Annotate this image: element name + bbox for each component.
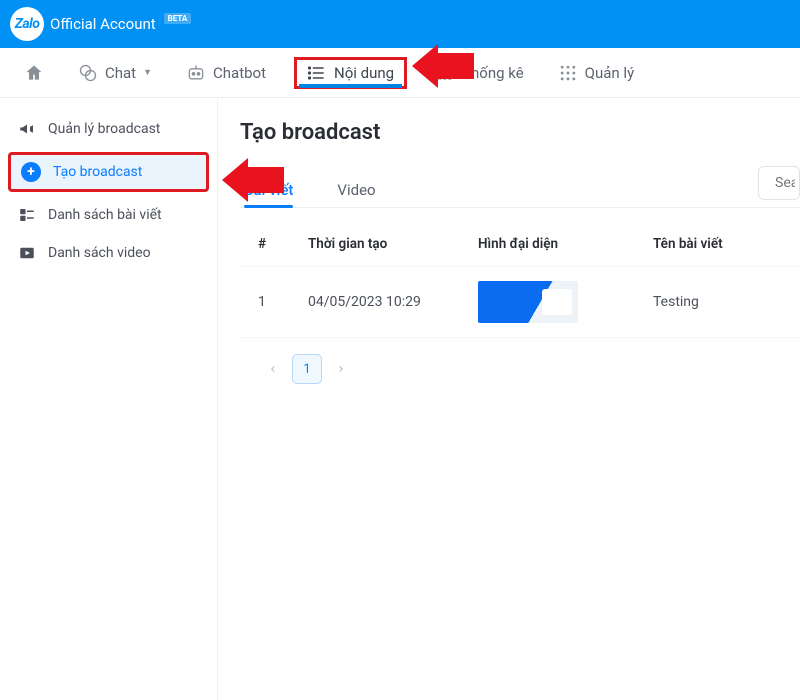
nav-quan-ly[interactable]: Quản lý — [552, 57, 641, 89]
beta-badge: BETA — [164, 13, 192, 24]
chatbot-icon — [186, 63, 206, 83]
sidebar-item-label: Tạo broadcast — [53, 164, 142, 180]
nav-home[interactable] — [18, 57, 50, 89]
nav-noi-dung-label: Nội dung — [334, 64, 394, 82]
col-header-name: Tên bài viết — [653, 236, 782, 252]
chevron-right-icon — [336, 364, 346, 374]
table-row[interactable]: 1 04/05/2023 10:29 Testing — [240, 267, 800, 338]
sidebar-item-quan-ly-broadcast[interactable]: Quản lý broadcast — [0, 110, 217, 148]
nav-quan-ly-label: Quản lý — [585, 64, 635, 82]
sidebar-item-danh-sach-video[interactable]: Danh sách video — [0, 234, 217, 272]
plus-icon: + — [21, 162, 41, 182]
col-header-thumb: Hình đại diện — [478, 236, 653, 252]
search-input[interactable] — [775, 175, 795, 191]
sidebar-item-danh-sach-bai-viet[interactable]: Danh sách bài viết — [0, 196, 217, 234]
content-area: Tạo broadcast Bài viết Video # Thời gian… — [218, 98, 800, 700]
brand-text: Official Account — [50, 15, 156, 33]
zalo-logo: Zalo — [10, 7, 44, 41]
article-list-icon — [18, 206, 36, 224]
nav-thong-ke-label: Thống kê — [462, 64, 524, 82]
thumbnail-image — [478, 281, 578, 323]
page-title: Tạo broadcast — [240, 120, 800, 145]
cell-thumb — [478, 281, 653, 323]
cell-name: Testing — [653, 294, 782, 310]
table-header: # Thời gian tạo Hình đại diện Tên bài vi… — [240, 222, 800, 267]
top-nav: Chat ▼ Chatbot Nội dung Thống kê Quản lý — [0, 48, 800, 98]
chevron-down-icon: ▼ — [143, 67, 152, 78]
chart-icon — [435, 63, 455, 83]
col-header-time: Thời gian tạo — [308, 236, 478, 252]
nav-chat[interactable]: Chat ▼ — [72, 57, 158, 89]
main-wrap: Quản lý broadcast + Tạo broadcast Danh s… — [0, 98, 800, 700]
sidebar-item-label: Danh sách video — [48, 245, 151, 261]
nav-chatbot[interactable]: Chatbot — [180, 57, 272, 89]
nav-chatbot-label: Chatbot — [213, 64, 266, 82]
nav-chat-label: Chat — [105, 64, 136, 82]
nav-noi-dung[interactable]: Nội dung — [294, 57, 407, 89]
tab-video[interactable]: Video — [337, 173, 375, 207]
sidebar-item-tao-broadcast[interactable]: + Tạo broadcast — [8, 152, 209, 192]
pagination-next[interactable] — [326, 354, 356, 384]
cell-time: 04/05/2023 10:29 — [308, 294, 478, 310]
cell-idx: 1 — [258, 294, 308, 310]
posts-table: # Thời gian tạo Hình đại diện Tên bài vi… — [240, 222, 800, 338]
list-icon — [307, 63, 327, 83]
sidebar: Quản lý broadcast + Tạo broadcast Danh s… — [0, 98, 218, 700]
video-icon — [18, 244, 36, 262]
col-header-idx: # — [258, 236, 308, 252]
chat-icon — [78, 63, 98, 83]
brand-wrap: Zalo Official Account BETA — [10, 7, 191, 41]
sidebar-item-label: Danh sách bài viết — [48, 207, 162, 223]
pagination: 1 — [240, 354, 800, 384]
app-header: Zalo Official Account BETA — [0, 0, 800, 48]
chevron-left-icon — [268, 364, 278, 374]
sidebar-item-label: Quản lý broadcast — [48, 121, 160, 137]
search-box[interactable] — [758, 166, 800, 200]
home-icon — [24, 63, 44, 83]
grid-icon — [558, 63, 578, 83]
content-tabs: Bài viết Video — [240, 173, 800, 208]
nav-thong-ke[interactable]: Thống kê — [429, 57, 530, 89]
megaphone-icon — [18, 120, 36, 138]
pagination-prev[interactable] — [258, 354, 288, 384]
pagination-page-1[interactable]: 1 — [292, 354, 322, 384]
tab-bai-viet[interactable]: Bài viết — [244, 173, 293, 207]
